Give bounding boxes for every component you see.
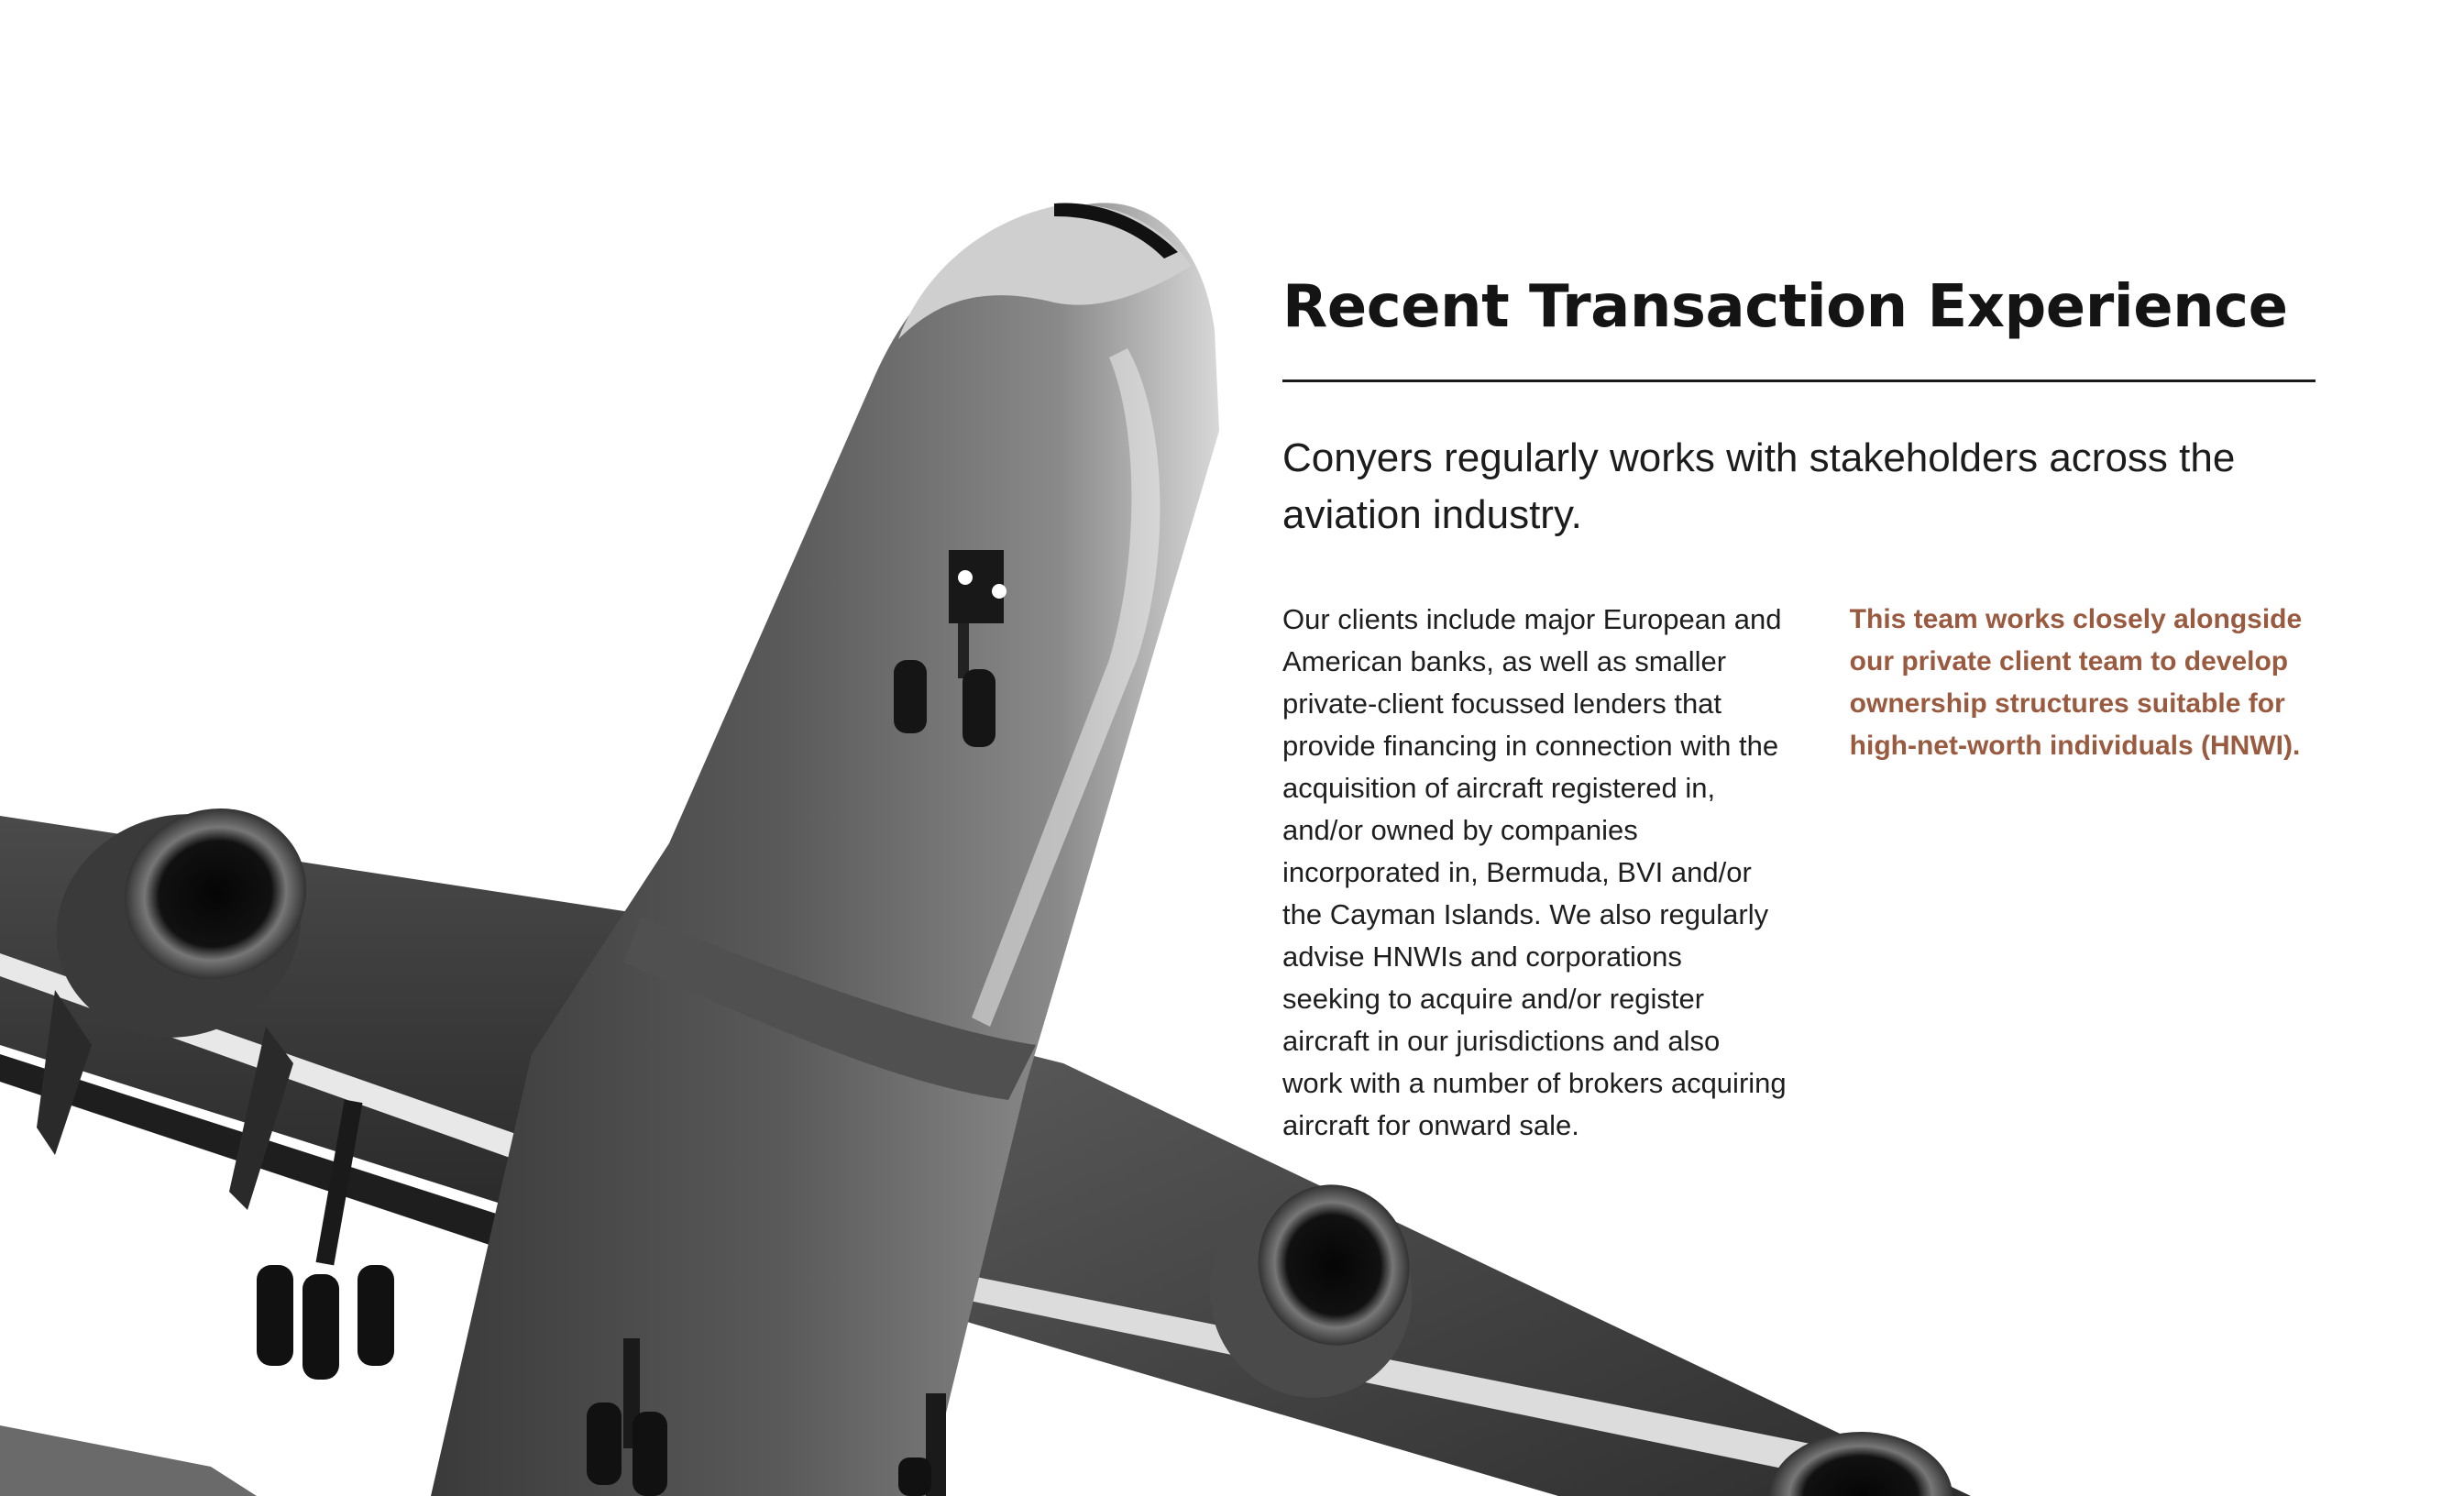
callout-paragraph: This team works closely alongside our pr…: [1849, 604, 2303, 762]
lead-paragraph: Conyers regularly works with stakeholder…: [1282, 435, 2236, 538]
content-panel: Recent Transaction Experience Conyers re…: [1282, 275, 2318, 1147]
title-divider: [1282, 380, 2316, 383]
body-paragraph: Our clients include major European and A…: [1282, 603, 1787, 1142]
text-columns: Our clients include major European and A…: [1282, 599, 2318, 1147]
page-title: Recent Transaction Experience: [1282, 273, 2288, 341]
stabiliser: [0, 1425, 257, 1496]
